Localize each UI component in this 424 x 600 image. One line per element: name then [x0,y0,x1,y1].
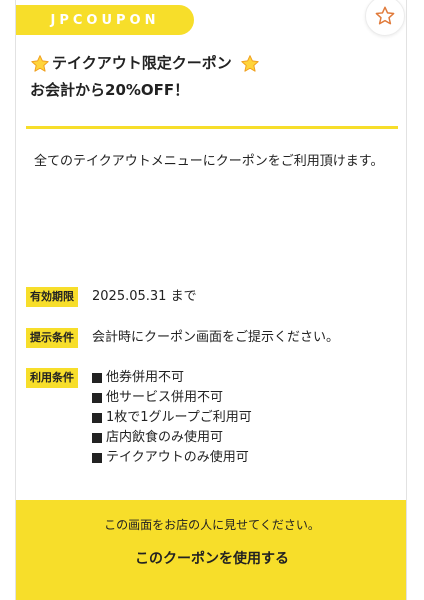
use-coupon-button[interactable]: このクーポンを使用する [86,540,338,576]
brand-name: JPCOUPON [50,12,160,28]
list-item: 1枚で1グループご利用可 [92,408,252,428]
square-bullet-icon [92,433,102,443]
favorite-button[interactable] [365,0,405,36]
presentation-value: 会計時にクーポン画面をご提示ください。 [92,330,340,345]
coupon-title-text: テイクアウト限定クーポン [52,54,232,72]
square-bullet-icon [92,373,102,383]
coupon-title: テイクアウト限定クーポン お会計から20%OFF！ [30,50,400,104]
square-bullet-icon [92,413,102,423]
presentation-label: 提示条件 [26,328,78,348]
divider [26,126,398,129]
term-text: 他券併用不可 [106,370,185,385]
perforated-edge [16,488,406,500]
list-item: 店内飲食のみ使用可 [92,428,252,448]
star-emoji-icon [30,54,50,74]
validity-value: 2025.05.31 まで [92,289,197,304]
terms-row: 利用条件 他券併用不可 他サービス併用不可 1枚で1グループご利用可 店内飲食の… [26,368,252,468]
brand-tab: JPCOUPON [16,5,194,35]
coupon-title-line1: テイクアウト限定クーポン [30,50,400,77]
list-item: 他券併用不可 [92,368,252,388]
presentation-row: 提示条件 会計時にクーポン画面をご提示ください。 [26,328,339,348]
footer-notice: この画面をお店の人に見せてください。 [104,518,320,532]
term-text: 他サービス併用不可 [106,390,224,405]
validity-label: 有効期限 [26,287,78,307]
coupon-footer: この画面をお店の人に見せてください。 このクーポンを使用する [16,488,406,600]
term-text: 1枚で1グループご利用可 [106,410,252,425]
list-item: テイクアウトのみ使用可 [92,448,252,468]
list-item: 他サービス併用不可 [92,388,252,408]
coupon-description: 全てのテイクアウトメニューにクーポンをご利用頂けます。 [34,154,384,169]
term-text: テイクアウトのみ使用可 [106,450,249,465]
star-outline-icon [375,6,395,25]
star-emoji-icon [240,54,260,74]
terms-label: 利用条件 [26,368,78,388]
terms-list: 他券併用不可 他サービス併用不可 1枚で1グループご利用可 店内飲食のみ使用可 … [92,368,252,468]
square-bullet-icon [92,393,102,403]
coupon-card: JPCOUPON テイクアウト限定クーポン お会計から20%OFF！ 全てのテイ… [15,0,407,600]
validity-row: 有効期限 2025.05.31 まで [26,287,197,307]
coupon-title-line2: お会計から20%OFF！ [30,81,190,99]
square-bullet-icon [92,453,102,463]
term-text: 店内飲食のみ使用可 [106,430,224,445]
